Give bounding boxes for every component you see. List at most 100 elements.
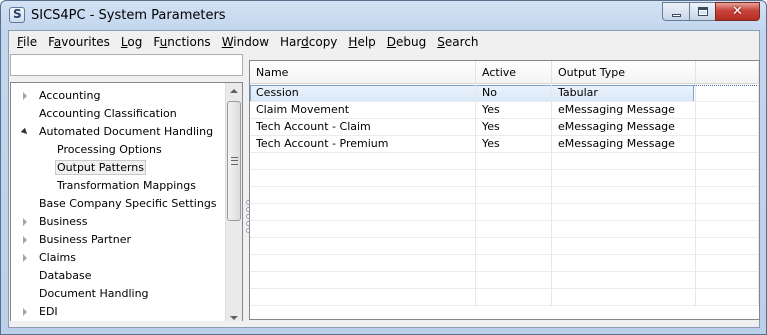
tree-item[interactable]: Automated Document Handling <box>20 123 215 141</box>
table-cell <box>476 238 552 255</box>
title-bar[interactable]: SICS4PC - System Parameters ✕ <box>1 1 766 30</box>
table-cell <box>552 221 696 238</box>
client-area: File Favourites Log Functions Window Hardcopy… <box>8 30 760 328</box>
table-cell <box>696 153 759 170</box>
tree-item-label: Transformation Mappings <box>57 179 196 192</box>
tree-item-label: Business Partner <box>39 233 131 246</box>
table-cell: Tech Account - Claim <box>250 119 476 136</box>
tree-item-label: EDI <box>39 305 58 318</box>
table-cell <box>696 238 759 255</box>
table-cell <box>552 204 696 221</box>
table-cell <box>250 255 476 272</box>
table-cell <box>552 255 696 272</box>
tree-filter-input[interactable] <box>10 54 243 76</box>
table-cell: Yes <box>476 119 552 136</box>
menu-help[interactable]: Help <box>343 34 381 50</box>
menu-favourites[interactable]: Favourites <box>43 34 116 50</box>
empty-row <box>250 289 759 306</box>
navigation-tree[interactable]: Accounting Accounting Classification Autom… <box>10 82 243 327</box>
table-cell <box>476 289 552 306</box>
close-button[interactable]: ✕ <box>715 2 760 21</box>
table-cell: Tech Account - Premium <box>250 136 476 153</box>
app-icon[interactable] <box>9 7 25 23</box>
table-cell <box>696 85 759 102</box>
table-cell <box>476 255 552 272</box>
tree-item[interactable]: Claims <box>23 249 78 267</box>
tree-item-label: Business <box>39 215 88 228</box>
tree-item[interactable]: Base Company Specific Settings <box>37 195 219 213</box>
table-cell <box>696 255 759 272</box>
close-icon: ✕ <box>732 4 743 19</box>
table-cell <box>250 204 476 221</box>
tree-item[interactable]: Output Patterns <box>55 159 147 177</box>
table-row[interactable]: Tech Account - Claim Yes eMessaging Messag… <box>250 119 759 136</box>
app-window: SICS4PC - System Parameters ✕ FileFavour… <box>0 0 767 335</box>
table-cell <box>476 272 552 289</box>
tree-item[interactable]: Accounting Classification <box>37 105 179 123</box>
window-controls: ✕ <box>662 2 760 21</box>
table-cell <box>552 289 696 306</box>
table-cell <box>250 289 476 306</box>
table-cell <box>250 153 476 170</box>
expanded-arrow-icon[interactable] <box>20 127 31 137</box>
table-cell <box>552 238 696 255</box>
table-cell <box>552 170 696 187</box>
table-cell <box>476 221 552 238</box>
column-header[interactable]: Output Type <box>552 61 696 84</box>
table-cell <box>476 204 552 221</box>
menu-bar: File Favourites Log Functions Window Hardcopy… <box>9 31 759 52</box>
column-header[interactable]: Active <box>476 61 552 84</box>
table-cell <box>476 153 552 170</box>
maximize-button[interactable] <box>689 2 715 21</box>
scroll-thumb[interactable] <box>227 101 241 221</box>
menu-debug[interactable]: Debug <box>382 34 432 50</box>
scroll-up-icon[interactable] <box>226 83 242 100</box>
table-row[interactable]: Claim Movement Yes eMessaging Message <box>250 102 759 119</box>
collapsed-arrow-icon[interactable] <box>21 307 31 317</box>
table-cell: Claim Movement <box>250 102 476 119</box>
table-cell: Yes <box>476 102 552 119</box>
menu-file[interactable]: File <box>12 34 43 50</box>
tree-item[interactable]: Document Handling <box>37 285 151 303</box>
table-cell <box>696 119 759 136</box>
menu-log[interactable]: Log <box>116 34 148 50</box>
column-header[interactable] <box>696 61 759 84</box>
menu-hardcopy[interactable]: Hardcopy <box>275 34 343 50</box>
tree-item[interactable]: EDI <box>23 303 60 321</box>
table-cell <box>696 204 759 221</box>
table-cell <box>476 187 552 204</box>
menu-window[interactable]: Window <box>217 34 275 50</box>
window-title: SICS4PC - System Parameters <box>31 8 226 23</box>
minimize-icon <box>672 14 681 17</box>
tree-item[interactable]: Processing Options <box>55 141 164 159</box>
table-cell <box>250 221 476 238</box>
column-header[interactable]: Name <box>250 61 476 84</box>
menu-functions[interactable]: Functions <box>148 34 216 50</box>
tree-scrollbar[interactable] <box>225 83 242 326</box>
collapsed-arrow-icon[interactable] <box>21 235 31 245</box>
collapsed-arrow-icon[interactable] <box>21 91 31 101</box>
empty-row <box>250 204 759 221</box>
tree-item-label: Accounting Classification <box>39 107 177 120</box>
tree-item[interactable]: Business Partner <box>23 231 133 249</box>
table-row[interactable]: Cession No Tabular <box>250 85 759 102</box>
empty-row <box>250 238 759 255</box>
menu-search[interactable]: Search <box>432 34 484 50</box>
collapsed-arrow-icon[interactable] <box>21 217 31 227</box>
empty-row <box>250 272 759 289</box>
empty-row <box>250 221 759 238</box>
empty-row <box>250 255 759 272</box>
collapsed-arrow-icon[interactable] <box>21 253 31 263</box>
tree-item-label: Automated Document Handling <box>39 125 214 138</box>
tree-item[interactable]: Accounting <box>23 87 102 105</box>
tree-item[interactable]: Business <box>23 213 90 231</box>
empty-row <box>250 170 759 187</box>
table-row[interactable]: Tech Account - Premium Yes eMessaging Mess… <box>250 136 759 153</box>
tree-item[interactable]: Transformation Mappings <box>55 177 198 195</box>
minimize-button[interactable] <box>662 2 689 21</box>
table-cell <box>552 153 696 170</box>
tree-item[interactable]: Database <box>37 267 94 285</box>
table-cell <box>696 102 759 119</box>
table-cell <box>696 289 759 306</box>
table-cell: Cession <box>250 85 476 102</box>
